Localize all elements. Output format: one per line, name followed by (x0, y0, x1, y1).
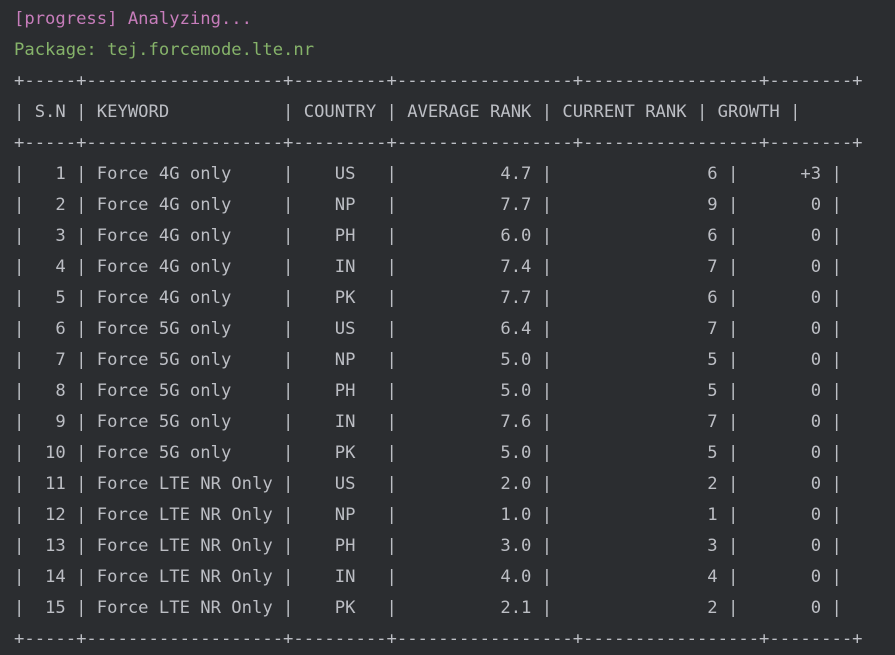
table-row: | 15 | Force LTE NR Only | PK | 2.1 | 2 … (14, 598, 842, 618)
table-row: | 8 | Force 5G only | PH | 5.0 | 5 | 0 | (14, 381, 842, 401)
package-name-line: Package: tej.forcemode.lte.nr (14, 40, 315, 60)
table-row: | 12 | Force LTE NR Only | NP | 1.0 | 1 … (14, 505, 842, 525)
table-row: | 11 | Force LTE NR Only | US | 2.0 | 2 … (14, 474, 842, 494)
table-row: | 3 | Force 4G only | PH | 6.0 | 6 | 0 | (14, 226, 842, 246)
table-row: | 10 | Force 5G only | PK | 5.0 | 5 | 0 … (14, 443, 842, 463)
table-row: | 2 | Force 4G only | NP | 7.7 | 9 | 0 | (14, 195, 842, 215)
table-row: | 6 | Force 5G only | US | 6.4 | 7 | 0 | (14, 319, 842, 339)
table-row: | 5 | Force 4G only | PK | 7.7 | 6 | 0 | (14, 288, 842, 308)
table-border-top: +-----+-------------------+---------+---… (14, 71, 863, 91)
terminal-output: [progress] Analyzing... Package: tej.for… (14, 4, 895, 655)
table-row: | 14 | Force LTE NR Only | IN | 4.0 | 4 … (14, 567, 842, 587)
table-row: | 1 | Force 4G only | US | 4.7 | 6 | +3 … (14, 164, 842, 184)
table-row: | 13 | Force LTE NR Only | PH | 3.0 | 3 … (14, 536, 842, 556)
table-row: | 7 | Force 5G only | NP | 5.0 | 5 | 0 | (14, 350, 842, 370)
table-row: | 4 | Force 4G only | IN | 7.4 | 7 | 0 | (14, 257, 842, 277)
progress-status-line: [progress] Analyzing... (14, 9, 252, 29)
table-border-bottom: +-----+-------------------+---------+---… (14, 629, 863, 649)
table-row: | 9 | Force 5G only | IN | 7.6 | 7 | 0 | (14, 412, 842, 432)
table-header-row: | S.N | KEYWORD | COUNTRY | AVERAGE RANK… (14, 102, 801, 122)
table-border-header: +-----+-------------------+---------+---… (14, 133, 863, 153)
